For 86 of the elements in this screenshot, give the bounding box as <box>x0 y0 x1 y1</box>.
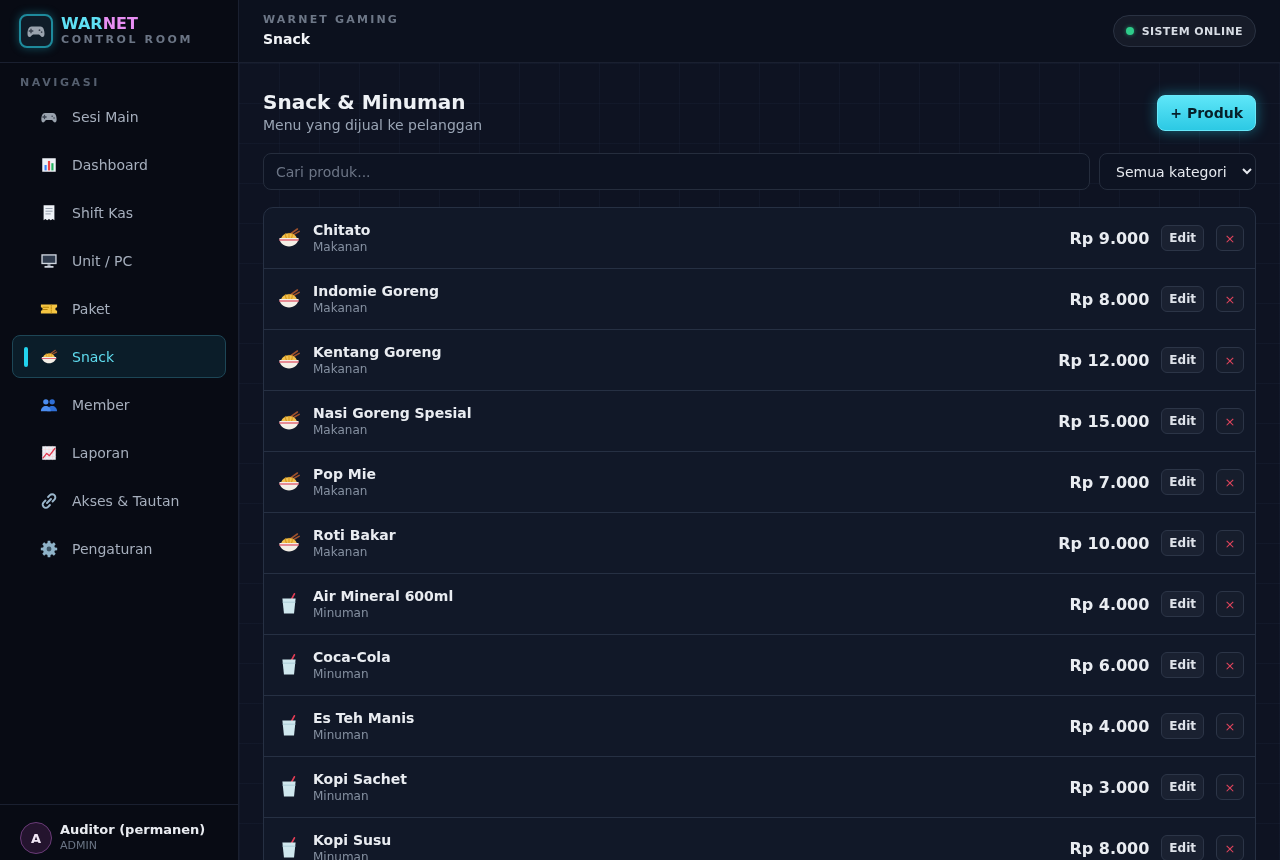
nav-item[interactable]: Member <box>12 383 226 426</box>
link-icon <box>40 491 58 510</box>
nav-item[interactable]: Paket <box>12 287 226 330</box>
product-category: Makanan <box>313 422 369 438</box>
nav-item[interactable]: Laporan <box>12 431 226 474</box>
product-name: Air Mineral 600ml <box>313 587 455 605</box>
nav-item[interactable]: Pengaturan <box>12 527 226 570</box>
product-category: Makanan <box>313 239 369 255</box>
product-name: Kopi Susu <box>313 831 393 849</box>
product-category: Makanan <box>313 544 369 560</box>
category-select[interactable]: Semua kategori <box>1099 153 1256 190</box>
product-price: Rp 10.000 <box>1058 533 1150 553</box>
monitor-icon <box>40 251 58 270</box>
product-name: Roti Bakar <box>313 526 397 544</box>
product-price: Rp 12.000 <box>1058 350 1150 370</box>
nav-item[interactable]: Shift Kas <box>12 191 226 234</box>
product-name: Kentang Goreng <box>313 343 443 361</box>
delete-button[interactable]: × <box>1216 347 1244 373</box>
product-category: Makanan <box>313 300 369 316</box>
product-price: Rp 4.000 <box>1069 594 1150 614</box>
edit-button[interactable]: Edit <box>1161 591 1204 617</box>
product-category: Minuman <box>313 605 370 621</box>
delete-button[interactable]: × <box>1216 774 1244 800</box>
status-label: SISTEM ONLINE <box>1141 24 1243 38</box>
gear-icon <box>40 539 58 558</box>
product-name: Coca-Cola <box>313 648 392 666</box>
product-category: Makanan <box>313 483 369 499</box>
edit-button[interactable]: Edit <box>1161 408 1204 434</box>
product-price: Rp 7.000 <box>1069 472 1150 492</box>
nav-item[interactable]: Snack <box>12 335 226 378</box>
delete-button[interactable]: × <box>1216 225 1244 251</box>
delete-button[interactable]: × <box>1216 286 1244 312</box>
delete-button[interactable]: × <box>1216 713 1244 739</box>
product-price: Rp 8.000 <box>1069 838 1150 858</box>
delete-button[interactable]: × <box>1216 469 1244 495</box>
delete-button[interactable]: × <box>1216 835 1244 860</box>
product-price: Rp 8.000 <box>1069 289 1150 309</box>
logo-icon <box>19 14 53 48</box>
nav-item[interactable]: Sesi Main <box>12 95 226 138</box>
product-price: Rp 9.000 <box>1069 228 1150 248</box>
page-subtitle: Menu yang dijual ke pelanggan <box>263 116 483 135</box>
line-chart-icon <box>40 443 58 462</box>
edit-button[interactable]: Edit <box>1161 530 1204 556</box>
status-dot-icon <box>1125 27 1134 35</box>
delete-button[interactable]: × <box>1216 530 1244 556</box>
delete-button[interactable]: × <box>1216 408 1244 434</box>
user-name: Auditor (permanen) <box>60 822 206 838</box>
edit-button[interactable]: Edit <box>1161 774 1204 800</box>
logo-subtitle: CONTROL ROOM <box>61 33 194 47</box>
product-price: Rp 3.000 <box>1069 777 1150 797</box>
product-name: Pop Mie <box>313 465 377 483</box>
product-category: Minuman <box>313 788 370 804</box>
edit-button[interactable]: Edit <box>1161 225 1204 251</box>
user-role: ADMIN <box>60 838 98 854</box>
search-field[interactable]: Cari produk... <box>263 153 1090 190</box>
nav-section-label: NAVIGASI <box>19 75 101 91</box>
product-category: Minuman <box>313 727 370 743</box>
edit-button[interactable]: Edit <box>1161 347 1204 373</box>
product-name: Chitato <box>313 221 372 239</box>
edit-button[interactable]: Edit <box>1161 469 1204 495</box>
nav-item[interactable]: Unit / PC <box>12 239 226 282</box>
product-name: Kopi Sachet <box>313 770 408 788</box>
edit-button[interactable]: Edit <box>1161 835 1204 860</box>
bar-chart-icon <box>40 155 58 174</box>
edit-button[interactable]: Edit <box>1161 713 1204 739</box>
delete-button[interactable]: × <box>1216 652 1244 678</box>
product-category: Makanan <box>313 361 369 377</box>
nav-item[interactable]: Dashboard <box>12 143 226 186</box>
product-price: Rp 15.000 <box>1058 411 1150 431</box>
delete-button[interactable]: × <box>1216 591 1244 617</box>
product-name: Nasi Goreng Spesial <box>313 404 473 422</box>
app-name: WARNET GAMING <box>263 13 400 27</box>
add-product-button[interactable]: + Produk <box>1157 94 1256 131</box>
product-price: Rp 6.000 <box>1069 655 1150 675</box>
user-avatar: A <box>20 822 52 854</box>
product-category: Minuman <box>313 666 370 682</box>
product-name: Es Teh Manis <box>313 709 416 727</box>
product-name: Indomie Goreng <box>313 282 441 300</box>
edit-button[interactable]: Edit <box>1161 286 1204 312</box>
logo-title: WARNET <box>61 15 139 33</box>
nav-item[interactable]: Akses & Tautan <box>12 479 226 522</box>
product-price: Rp 4.000 <box>1069 716 1150 736</box>
edit-button[interactable]: Edit <box>1161 652 1204 678</box>
page-title: Snack & Minuman <box>263 90 467 114</box>
page-name: Snack <box>263 30 312 49</box>
noodle-bowl-icon <box>40 347 58 366</box>
